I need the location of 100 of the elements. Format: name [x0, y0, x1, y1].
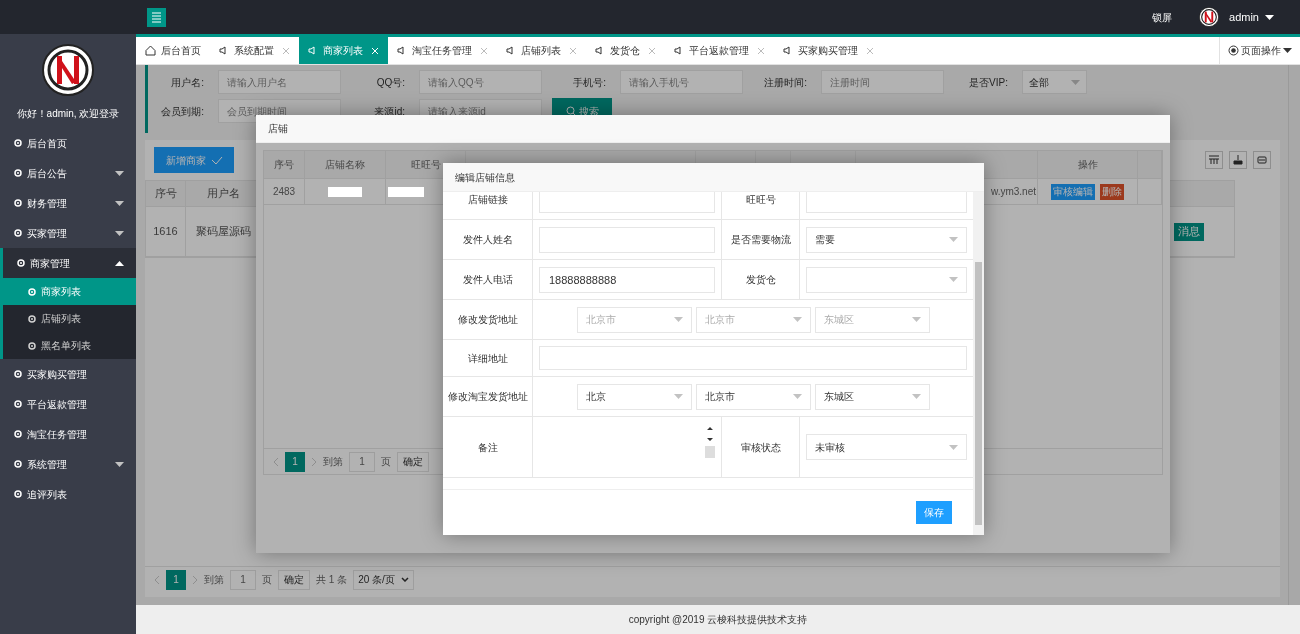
- select-field[interactable]: 未审核: [806, 434, 967, 460]
- tab[interactable]: 平台返款管理: [665, 37, 774, 64]
- caret-icon: [793, 394, 802, 399]
- tab[interactable]: 系统配置: [210, 37, 299, 64]
- lock-screen-link[interactable]: 锁屏: [1152, 9, 1173, 25]
- input-field[interactable]: 请输入QQ号: [419, 70, 542, 94]
- confirm-button[interactable]: 确定: [278, 569, 310, 590]
- input-field[interactable]: [539, 226, 715, 253]
- sidebar-subitem[interactable]: 黑名单列表: [3, 332, 136, 359]
- page-input[interactable]: 1: [230, 569, 256, 590]
- confirm-button[interactable]: 确定: [397, 451, 429, 472]
- page-operations-menu[interactable]: 页面操作: [1219, 37, 1300, 64]
- input-field[interactable]: 请输入用户名: [218, 70, 341, 94]
- print-icon[interactable]: [1253, 151, 1271, 169]
- select-field[interactable]: 全部: [1022, 70, 1087, 94]
- bullet-icon: [14, 400, 22, 408]
- page-input[interactable]: 1: [349, 451, 375, 472]
- sidebar-item[interactable]: 买家管理: [0, 218, 136, 248]
- caret-icon: [674, 317, 683, 322]
- previous-icon[interactable]: [154, 574, 160, 585]
- speaker-icon: [674, 46, 684, 55]
- input-field[interactable]: 注册时间: [821, 70, 944, 94]
- sidebar-item[interactable]: 商家管理: [0, 248, 136, 278]
- select-field[interactable]: 北京市: [696, 383, 811, 410]
- page-unit: 页: [262, 573, 272, 587]
- tab[interactable]: 淘宝任务管理: [388, 37, 497, 64]
- caret-icon: [1265, 14, 1274, 20]
- speaker-icon: [506, 46, 516, 55]
- welcome-text: 你好！admin, 欢迎登录: [16, 107, 120, 121]
- field-label: 修改淘宝发货地址: [443, 377, 533, 416]
- close-icon[interactable]: [480, 46, 488, 55]
- input-field[interactable]: [806, 192, 967, 213]
- next-icon[interactable]: [192, 574, 198, 585]
- input-field[interactable]: [539, 192, 715, 213]
- select-field[interactable]: 东城区: [815, 383, 930, 410]
- scrollbar[interactable]: [973, 192, 984, 535]
- column-header: 序号: [264, 151, 305, 178]
- sidebar-item[interactable]: 淘宝任务管理: [0, 419, 136, 449]
- select-field[interactable]: 北京: [577, 383, 692, 410]
- caret-icon: [1071, 79, 1080, 85]
- caret-icon: [793, 317, 802, 322]
- select-field[interactable]: 需要: [806, 226, 967, 253]
- field-label: 发件人姓名: [443, 220, 533, 259]
- bullet-icon: [17, 259, 25, 267]
- bullet-icon: [14, 370, 22, 378]
- total-count: 共 1 条: [316, 573, 348, 587]
- bullet-icon: [28, 287, 36, 296]
- tab[interactable]: 商家列表: [299, 37, 388, 64]
- check-icon: [210, 156, 223, 166]
- export-icon[interactable]: [1229, 151, 1247, 169]
- field-label: 修改发货地址: [443, 300, 533, 339]
- field-label: 审核状态: [722, 417, 800, 477]
- sidebar-item[interactable]: 财务管理: [0, 188, 136, 218]
- delete-button[interactable]: 删除: [1100, 183, 1124, 200]
- tab[interactable]: 发货仓: [586, 37, 665, 64]
- tab[interactable]: 买家购买管理: [774, 37, 883, 64]
- close-icon[interactable]: [282, 46, 290, 55]
- next-icon[interactable]: [311, 456, 317, 467]
- sidebar-subitem[interactable]: 店铺列表: [3, 305, 136, 332]
- field-label: 手机号:: [572, 75, 607, 90]
- table-cell-text: w.ym3.net: [990, 185, 1036, 199]
- avatar-icon: [1199, 7, 1220, 27]
- menu-icon[interactable]: [147, 7, 166, 27]
- column-header: 操作: [1038, 151, 1138, 178]
- textarea-field[interactable]: [539, 346, 967, 370]
- columns-icon[interactable]: [1205, 151, 1223, 169]
- field-label: 详细地址: [443, 340, 533, 376]
- sidebar-item[interactable]: 系统管理: [0, 449, 136, 479]
- close-icon[interactable]: [757, 46, 765, 55]
- select-field[interactable]: [806, 266, 967, 293]
- close-icon[interactable]: [648, 46, 656, 55]
- user-menu[interactable]: admin: [1229, 8, 1274, 26]
- sidebar-item[interactable]: 后台首页: [0, 128, 136, 158]
- input-field[interactable]: 18888888888: [539, 266, 715, 293]
- bullet-icon: [14, 430, 22, 438]
- sidebar-item[interactable]: 后台公告: [0, 158, 136, 188]
- sidebar-item[interactable]: 买家购买管理: [0, 359, 136, 389]
- speaker-icon: [308, 46, 318, 55]
- bullet-icon: [14, 460, 22, 468]
- caret-icon: [949, 277, 958, 282]
- tab[interactable]: 店铺列表: [497, 37, 586, 64]
- field-label: 是否VIP:: [968, 75, 1009, 90]
- tab[interactable]: 后台首页: [136, 37, 210, 64]
- column-header: 店铺名称: [305, 151, 386, 178]
- table-cell-text: 2483: [272, 185, 296, 199]
- speaker-icon: [219, 46, 229, 55]
- bullet-icon: [14, 490, 22, 498]
- previous-icon[interactable]: [273, 456, 279, 467]
- sidebar-item[interactable]: 追评列表: [0, 479, 136, 509]
- bullet-icon: [14, 229, 22, 237]
- speaker-icon: [397, 46, 407, 55]
- sidebar-subitem[interactable]: 商家列表: [3, 278, 136, 305]
- page-size-select[interactable]: 20 条/页: [353, 569, 414, 590]
- close-icon[interactable]: [569, 46, 577, 55]
- sidebar-item[interactable]: 平台返款管理: [0, 389, 136, 419]
- close-icon[interactable]: [866, 46, 874, 55]
- search-icon: [565, 106, 576, 116]
- caret-icon: [1283, 48, 1292, 53]
- field-label: QQ号:: [375, 75, 406, 90]
- input-field[interactable]: 请输入手机号: [620, 70, 743, 94]
